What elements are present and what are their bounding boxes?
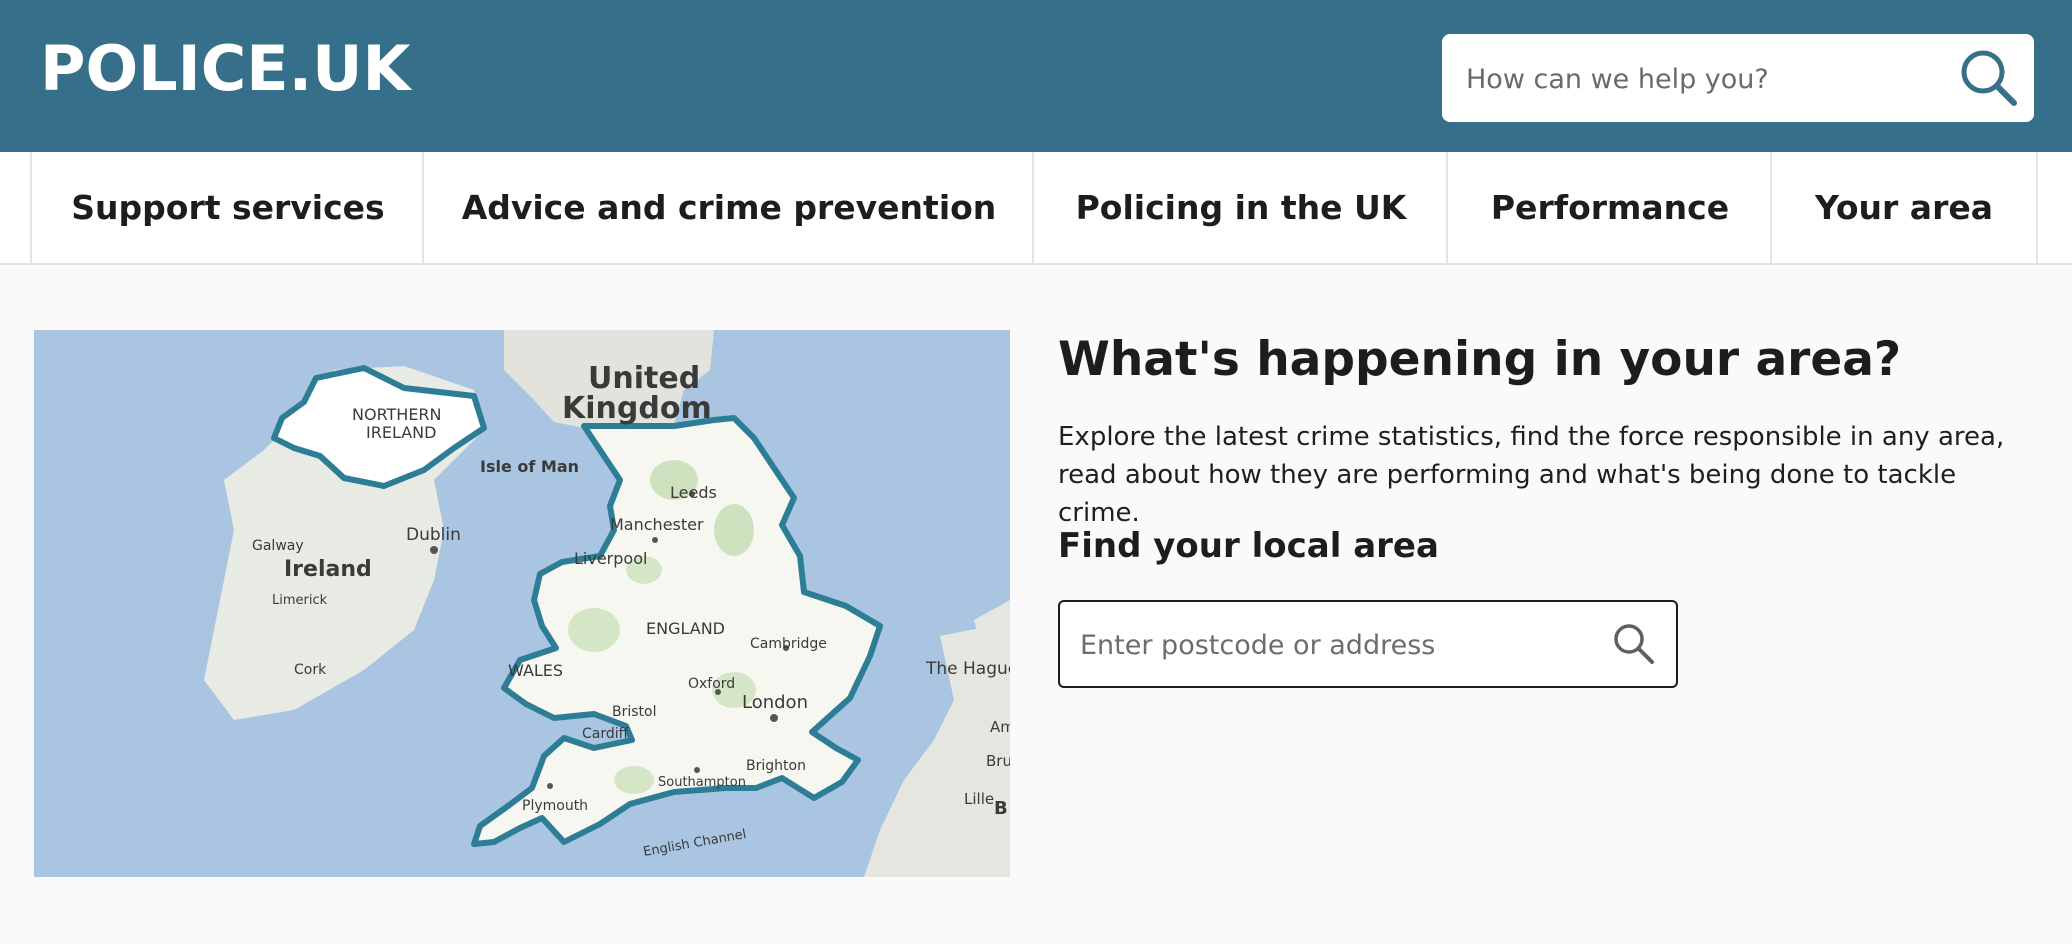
map-label-b: B xyxy=(994,798,1008,819)
map-label-plymouth: Plymouth xyxy=(522,798,588,814)
map-label-ireland-ni: IRELAND xyxy=(366,423,436,442)
nav-item-performance[interactable]: Performance xyxy=(1446,152,1772,263)
map-label-dublin: Dublin xyxy=(406,525,461,545)
map-label-leeds: Leeds xyxy=(670,483,717,502)
site-search-button[interactable] xyxy=(1954,44,2024,112)
site-search-input[interactable] xyxy=(1464,34,1938,124)
map-label-brighton: Brighton xyxy=(746,758,806,774)
postcode-address-input[interactable] xyxy=(1078,602,1582,688)
map-label-limerick: Limerick xyxy=(272,593,328,608)
local-area-search-button[interactable] xyxy=(1604,614,1664,674)
page-description: Explore the latest crime statistics, fin… xyxy=(1058,422,2005,528)
map-label-ireland: Ireland xyxy=(284,557,372,582)
site-search-box xyxy=(1442,34,2034,124)
page-heading: What's happening in your area? xyxy=(1058,332,1902,387)
map-graphic: United Kingdom NORTHERN IRELAND Isle of … xyxy=(34,330,1010,877)
nav-item-advice-crime-prevention[interactable]: Advice and crime prevention xyxy=(422,152,1034,263)
uk-area-map[interactable]: United Kingdom NORTHERN IRELAND Isle of … xyxy=(34,330,1010,877)
map-label-liverpool: Liverpool xyxy=(574,549,647,568)
map-label-wales: WALES xyxy=(508,661,563,680)
map-label-cardiff: Cardiff xyxy=(582,726,629,742)
map-label-london: London xyxy=(742,692,808,713)
nav-item-policing-in-the-uk[interactable]: Policing in the UK xyxy=(1032,152,1448,263)
nav-item-your-area[interactable]: Your area xyxy=(1770,152,2038,263)
map-label-am: Am xyxy=(990,718,1010,736)
police-uk-logo[interactable]: POLICE.UK xyxy=(40,34,411,104)
map-label-bristol: Bristol xyxy=(612,704,657,720)
map-label-cambridge: Cambridge xyxy=(750,636,827,652)
map-label-oxford: Oxford xyxy=(688,676,735,692)
nav-item-support-services[interactable]: Support services xyxy=(30,152,424,263)
main-nav: Support services Advice and crime preven… xyxy=(0,152,2072,265)
map-label-southampton: Southampton xyxy=(658,775,746,790)
find-local-area-heading: Find your local area xyxy=(1058,526,1439,566)
search-icon xyxy=(1961,50,2017,106)
search-icon xyxy=(1614,624,1654,664)
map-label-northern: NORTHERN xyxy=(352,405,442,424)
map-label-isle-of-man: Isle of Man xyxy=(480,457,579,476)
map-label-lille: Lille xyxy=(964,790,994,808)
map-label-the-hague: The Hague xyxy=(925,659,1010,679)
map-label-kingdom: Kingdom xyxy=(562,391,712,426)
local-area-search-box xyxy=(1058,600,1678,688)
site-header: POLICE.UK xyxy=(0,0,2072,152)
map-label-galway: Galway xyxy=(252,538,304,554)
map-label-england: ENGLAND xyxy=(646,619,725,638)
map-label-bru: Bru xyxy=(986,752,1010,770)
map-label-cork: Cork xyxy=(294,662,327,678)
map-label-manchester: Manchester xyxy=(610,515,704,534)
